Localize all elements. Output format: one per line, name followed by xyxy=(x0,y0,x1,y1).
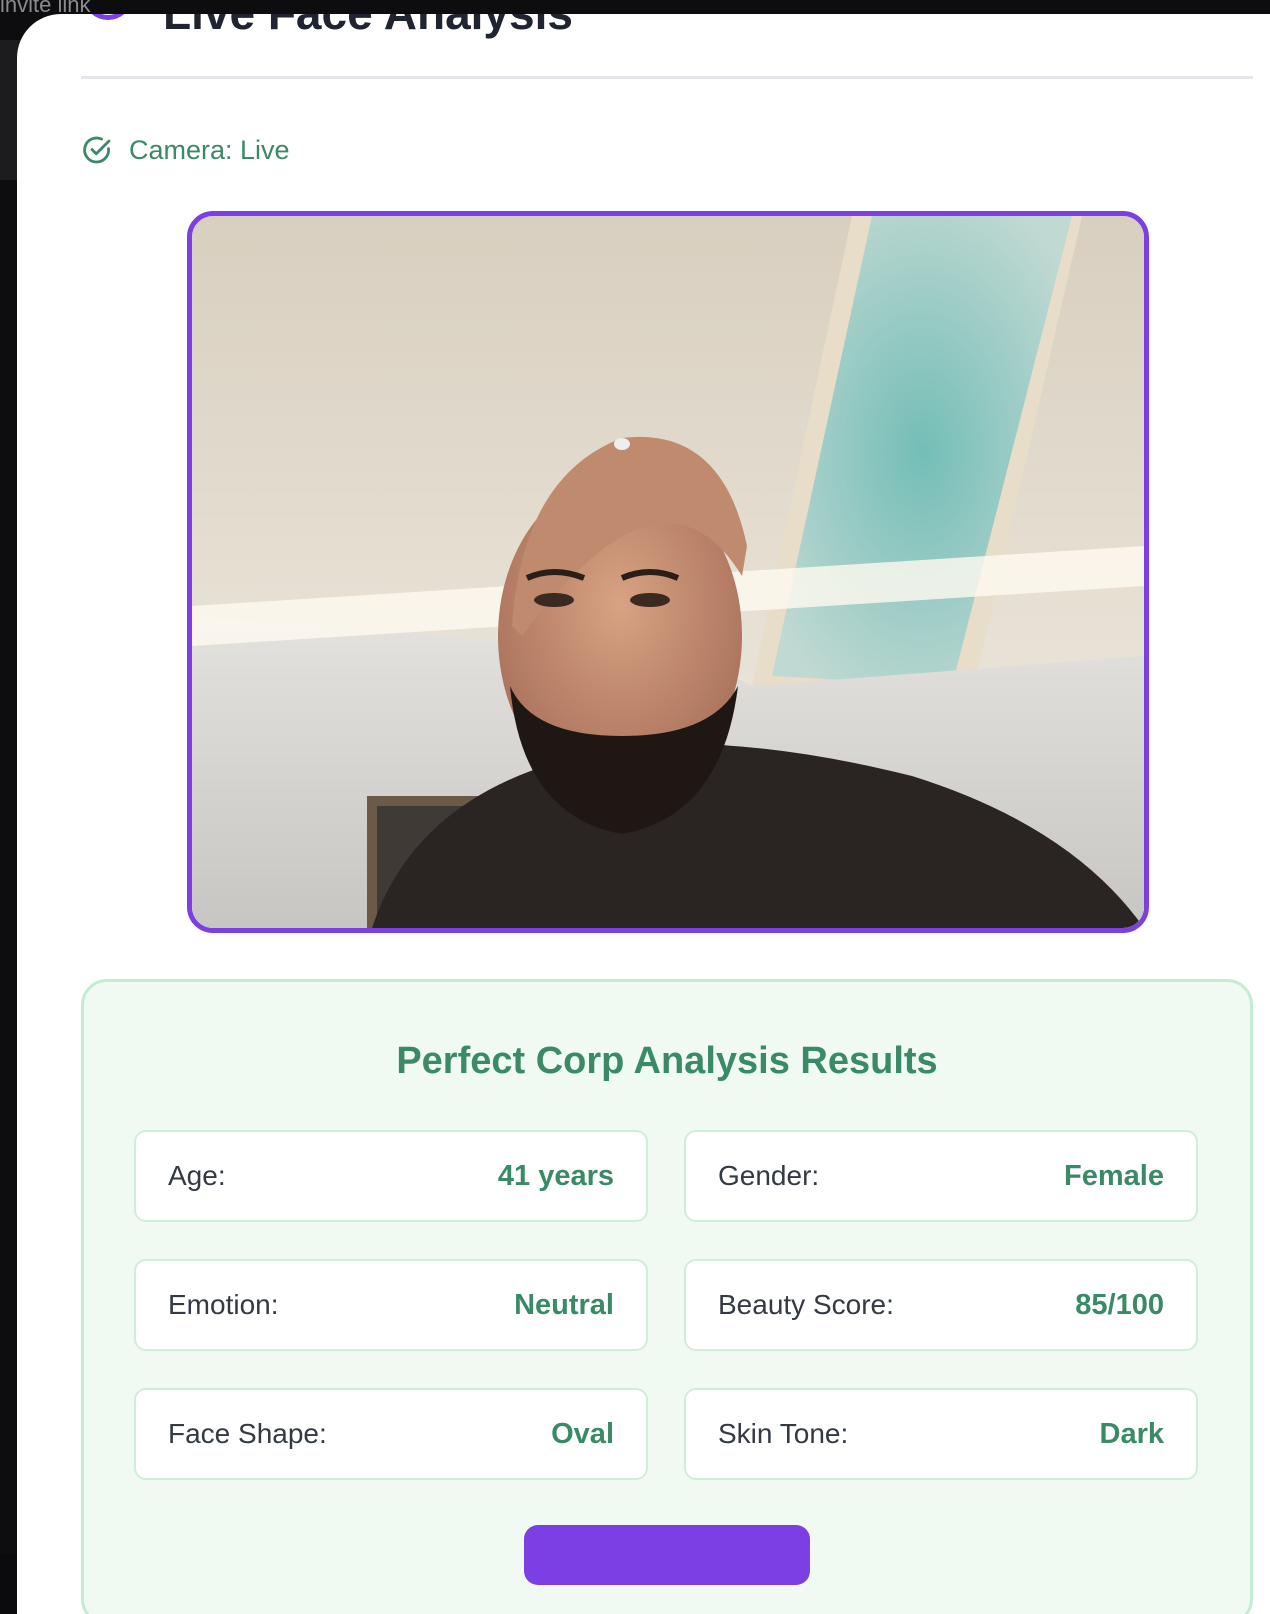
results-title: Perfect Corp Analysis Results xyxy=(396,1040,938,1082)
header-circle-icon xyxy=(83,14,133,20)
camera-status-label: Camera: Live xyxy=(129,134,290,165)
result-age: Age: 41 years xyxy=(134,1130,648,1222)
camera-feed xyxy=(187,211,1149,933)
result-label: Skin Tone: xyxy=(718,1418,849,1449)
result-emotion: Emotion: Neutral xyxy=(134,1259,648,1351)
result-label: Age: xyxy=(168,1160,226,1191)
analysis-results-card: Perfect Corp Analysis Results Age: 41 ye… xyxy=(81,979,1253,1614)
modal-title: Live Face Analysis xyxy=(163,14,573,40)
face-analysis-modal: Live Face Analysis × Camera: Live xyxy=(17,14,1270,1614)
camera-video-image xyxy=(192,216,1144,928)
check-circle-icon xyxy=(83,136,111,164)
primary-action-button[interactable] xyxy=(524,1525,810,1585)
result-label: Emotion: xyxy=(168,1289,279,1320)
result-value: Neutral xyxy=(514,1288,614,1321)
result-face-shape: Face Shape: Oval xyxy=(134,1388,648,1480)
result-value: Dark xyxy=(1099,1417,1165,1450)
result-value: Female xyxy=(1064,1159,1164,1192)
result-value: Oval xyxy=(551,1417,614,1450)
modal-header: Live Face Analysis × xyxy=(81,14,1253,79)
camera-status: Camera: Live xyxy=(81,134,290,166)
result-label: Gender: xyxy=(718,1160,820,1191)
result-skin-tone: Skin Tone: Dark xyxy=(684,1388,1198,1480)
result-beauty-score: Beauty Score: 85/100 xyxy=(684,1259,1198,1351)
result-value: 85/100 xyxy=(1075,1288,1164,1321)
result-gender: Gender: Female xyxy=(684,1130,1198,1222)
result-value: 41 years xyxy=(497,1159,614,1192)
result-label: Beauty Score: xyxy=(718,1289,894,1320)
result-label: Face Shape: xyxy=(168,1418,327,1449)
